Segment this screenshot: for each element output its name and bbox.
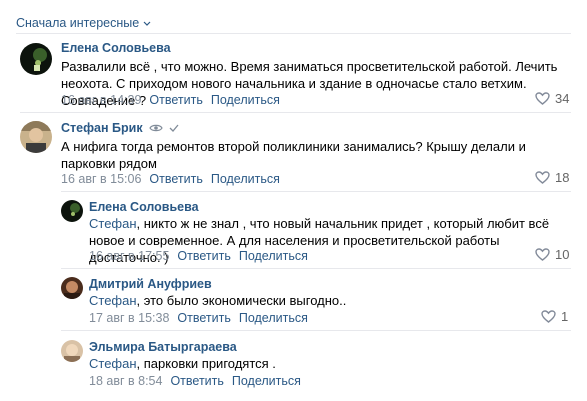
divider bbox=[20, 112, 571, 113]
heart-icon bbox=[541, 310, 556, 323]
like-count: 10 bbox=[555, 247, 570, 262]
avatar[interactable] bbox=[61, 277, 83, 299]
mention-link[interactable]: Стефан bbox=[89, 356, 137, 371]
divider bbox=[61, 330, 571, 331]
like-button[interactable]: 34 bbox=[535, 91, 569, 106]
like-button[interactable]: 10 bbox=[535, 247, 569, 262]
comment-author[interactable]: Елена Соловьева bbox=[61, 41, 171, 55]
mention-link[interactable]: Стефан bbox=[89, 216, 137, 231]
eye-icon bbox=[148, 123, 163, 133]
sort-toggle[interactable]: Сначала интересные bbox=[16, 16, 151, 30]
divider bbox=[16, 33, 571, 34]
comment-author[interactable]: Елена Соловьева bbox=[89, 200, 199, 214]
comment-time[interactable]: 18 авг в 8:54 bbox=[89, 374, 162, 388]
like-count: 1 bbox=[561, 309, 569, 324]
comment-meta: 18 авг в 8:54 Ответить Поделиться bbox=[89, 374, 301, 388]
comment-time[interactable]: 16 авг в 14:39 bbox=[61, 93, 141, 107]
comment-text: Стефан, это было экономически выгодно.. bbox=[89, 293, 347, 308]
mention-link[interactable]: Стефан bbox=[89, 293, 137, 308]
heart-icon bbox=[535, 171, 550, 184]
avatar[interactable] bbox=[20, 43, 52, 75]
comment-meta: 17 авг в 15:38 Ответить Поделиться bbox=[89, 311, 308, 325]
reply-link[interactable]: Ответить bbox=[177, 311, 230, 325]
checkmark-icon bbox=[169, 124, 179, 132]
heart-icon bbox=[535, 92, 550, 105]
heart-icon bbox=[535, 248, 550, 261]
share-link[interactable]: Поделиться bbox=[211, 93, 280, 107]
like-button[interactable]: 1 bbox=[541, 309, 568, 324]
comment-meta: 16 авг в 14:39 Ответить Поделиться bbox=[61, 93, 280, 107]
share-link[interactable]: Поделиться bbox=[211, 172, 280, 186]
share-link[interactable]: Поделиться bbox=[239, 311, 308, 325]
avatar[interactable] bbox=[61, 340, 83, 362]
chevron-down-icon bbox=[143, 21, 151, 26]
comment-text: А нифига тогда ремонтов второй поликлини… bbox=[61, 139, 526, 171]
comment-time[interactable]: 16 авг в 15:06 bbox=[61, 172, 141, 186]
comment-author[interactable]: Стефан Брик bbox=[61, 121, 179, 135]
reply-link[interactable]: Ответить bbox=[149, 172, 202, 186]
comment-text: Стефан, парковки пригодятся . bbox=[89, 356, 276, 371]
comment-time[interactable]: 16 авг в 17:55 bbox=[89, 249, 169, 263]
divider bbox=[61, 268, 571, 269]
reply-link[interactable]: Ответить bbox=[177, 249, 230, 263]
reply-link[interactable]: Ответить bbox=[149, 93, 202, 107]
comment-time[interactable]: 17 авг в 15:38 bbox=[89, 311, 169, 325]
comment-author[interactable]: Дмитрий Ануфриев bbox=[89, 277, 212, 291]
comment-author[interactable]: Эльмира Батыргараева bbox=[89, 340, 237, 354]
like-count: 34 bbox=[555, 91, 570, 106]
avatar[interactable] bbox=[61, 200, 83, 222]
avatar[interactable] bbox=[20, 121, 52, 153]
comment-meta: 16 авг в 17:55 Ответить Поделиться bbox=[89, 249, 308, 263]
like-button[interactable]: 18 bbox=[535, 170, 569, 185]
reply-link[interactable]: Ответить bbox=[170, 374, 223, 388]
sort-label: Сначала интересные bbox=[16, 16, 140, 30]
comment-meta: 16 авг в 15:06 Ответить Поделиться bbox=[61, 172, 280, 186]
like-count: 18 bbox=[555, 170, 570, 185]
divider bbox=[61, 191, 571, 192]
share-link[interactable]: Поделиться bbox=[232, 374, 301, 388]
share-link[interactable]: Поделиться bbox=[239, 249, 308, 263]
